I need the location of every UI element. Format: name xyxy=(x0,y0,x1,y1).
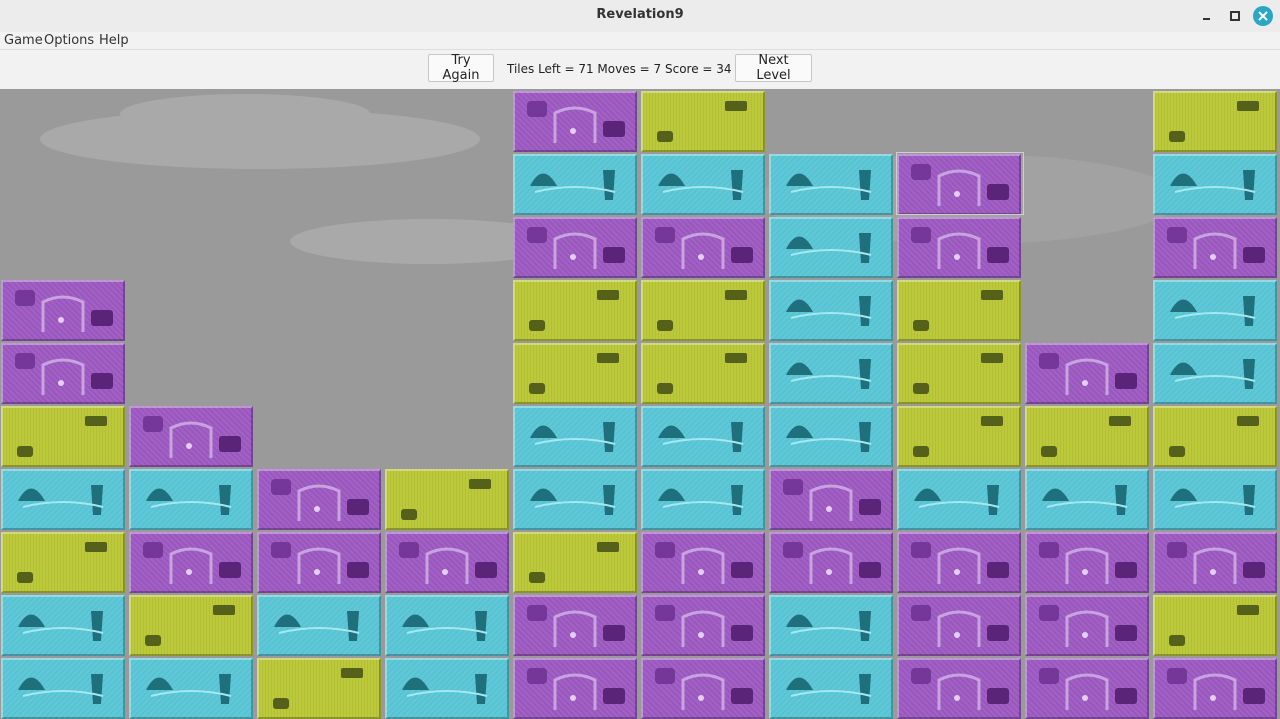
cyan-tile[interactable] xyxy=(897,469,1021,530)
purple-tile[interactable] xyxy=(385,532,509,593)
lime-tile[interactable] xyxy=(257,658,381,719)
maximize-button[interactable] xyxy=(1225,6,1245,26)
cyan-tile[interactable] xyxy=(513,154,637,215)
purple-tile[interactable] xyxy=(513,91,637,152)
cyan-tile[interactable] xyxy=(1,595,125,656)
background-cloud xyxy=(120,94,370,134)
purple-tile[interactable] xyxy=(641,658,765,719)
lime-tile[interactable] xyxy=(1153,595,1277,656)
cyan-tile[interactable] xyxy=(769,280,893,341)
purple-tile[interactable] xyxy=(129,406,253,467)
game-board[interactable] xyxy=(0,89,1280,719)
cyan-tile[interactable] xyxy=(129,658,253,719)
toolbar: Try Again Tiles Left = 71 Moves = 7 Scor… xyxy=(0,50,1280,89)
purple-tile[interactable] xyxy=(1025,343,1149,404)
purple-tile[interactable] xyxy=(257,532,381,593)
lime-tile[interactable] xyxy=(897,280,1021,341)
cyan-tile[interactable] xyxy=(641,406,765,467)
minimize-button[interactable] xyxy=(1197,6,1217,26)
menu-game[interactable]: Game xyxy=(4,32,43,49)
purple-tile[interactable] xyxy=(1025,658,1149,719)
minimize-icon xyxy=(1203,18,1210,20)
cyan-tile[interactable] xyxy=(257,595,381,656)
purple-tile[interactable] xyxy=(1153,658,1277,719)
cyan-tile[interactable] xyxy=(769,595,893,656)
lime-tile[interactable] xyxy=(513,280,637,341)
cyan-tile[interactable] xyxy=(769,217,893,278)
cyan-tile[interactable] xyxy=(641,154,765,215)
lime-tile[interactable] xyxy=(513,532,637,593)
menu-bar: Game Options Help xyxy=(0,32,1280,50)
purple-tile[interactable] xyxy=(641,595,765,656)
lime-tile[interactable] xyxy=(1,532,125,593)
cyan-tile[interactable] xyxy=(513,469,637,530)
cyan-tile[interactable] xyxy=(1153,343,1277,404)
close-button[interactable] xyxy=(1253,6,1273,26)
menu-options[interactable]: Options xyxy=(44,32,94,49)
cyan-tile[interactable] xyxy=(1,469,125,530)
purple-tile[interactable] xyxy=(1,343,125,404)
purple-tile[interactable] xyxy=(769,469,893,530)
purple-tile[interactable] xyxy=(257,469,381,530)
lime-tile[interactable] xyxy=(641,343,765,404)
lime-tile[interactable] xyxy=(1153,406,1277,467)
purple-tile[interactable] xyxy=(513,217,637,278)
cyan-tile[interactable] xyxy=(129,469,253,530)
cyan-tile[interactable] xyxy=(1,658,125,719)
purple-tile[interactable] xyxy=(897,217,1021,278)
cyan-tile[interactable] xyxy=(769,154,893,215)
cyan-tile[interactable] xyxy=(1153,154,1277,215)
purple-tile[interactable] xyxy=(1,280,125,341)
lime-tile[interactable] xyxy=(1153,91,1277,152)
menu-help[interactable]: Help xyxy=(99,32,129,49)
purple-tile[interactable] xyxy=(897,532,1021,593)
next-level-button[interactable]: Next Level xyxy=(735,53,812,83)
menu-options-label: Options xyxy=(44,33,95,48)
window-title: Revelation9 xyxy=(596,7,684,22)
lime-tile[interactable] xyxy=(385,469,509,530)
lime-tile[interactable] xyxy=(641,280,765,341)
cyan-tile[interactable] xyxy=(513,406,637,467)
lime-tile[interactable] xyxy=(1025,406,1149,467)
purple-tile[interactable] xyxy=(641,217,765,278)
try-again-button[interactable]: Try Again xyxy=(428,53,494,83)
purple-tile[interactable] xyxy=(641,532,765,593)
purple-tile[interactable] xyxy=(129,532,253,593)
maximize-icon xyxy=(1230,11,1240,21)
cyan-tile[interactable] xyxy=(641,469,765,530)
purple-tile[interactable] xyxy=(1153,532,1277,593)
title-bar: Revelation9 xyxy=(0,0,1280,33)
purple-tile[interactable] xyxy=(897,658,1021,719)
cyan-tile[interactable] xyxy=(769,343,893,404)
cyan-tile[interactable] xyxy=(1153,469,1277,530)
lime-tile[interactable] xyxy=(1,406,125,467)
lime-tile[interactable] xyxy=(897,343,1021,404)
cyan-tile[interactable] xyxy=(1025,469,1149,530)
cyan-tile[interactable] xyxy=(385,595,509,656)
menu-help-label: Help xyxy=(99,33,129,48)
close-icon xyxy=(1258,11,1268,21)
lime-tile[interactable] xyxy=(897,406,1021,467)
purple-tile[interactable] xyxy=(897,595,1021,656)
purple-tile[interactable] xyxy=(513,658,637,719)
cyan-tile[interactable] xyxy=(385,658,509,719)
lime-tile[interactable] xyxy=(513,343,637,404)
purple-tile[interactable] xyxy=(1025,595,1149,656)
menu-game-label: Game xyxy=(4,33,43,48)
cyan-tile[interactable] xyxy=(1153,280,1277,341)
selected-empty-cell xyxy=(896,152,1024,215)
purple-tile[interactable] xyxy=(769,532,893,593)
purple-tile[interactable] xyxy=(513,595,637,656)
cyan-tile[interactable] xyxy=(769,658,893,719)
status-text: Tiles Left = 71 Moves = 7 Score = 34 xyxy=(507,62,732,76)
lime-tile[interactable] xyxy=(641,91,765,152)
purple-tile[interactable] xyxy=(1153,217,1277,278)
cyan-tile[interactable] xyxy=(769,406,893,467)
purple-tile[interactable] xyxy=(1025,532,1149,593)
lime-tile[interactable] xyxy=(129,595,253,656)
